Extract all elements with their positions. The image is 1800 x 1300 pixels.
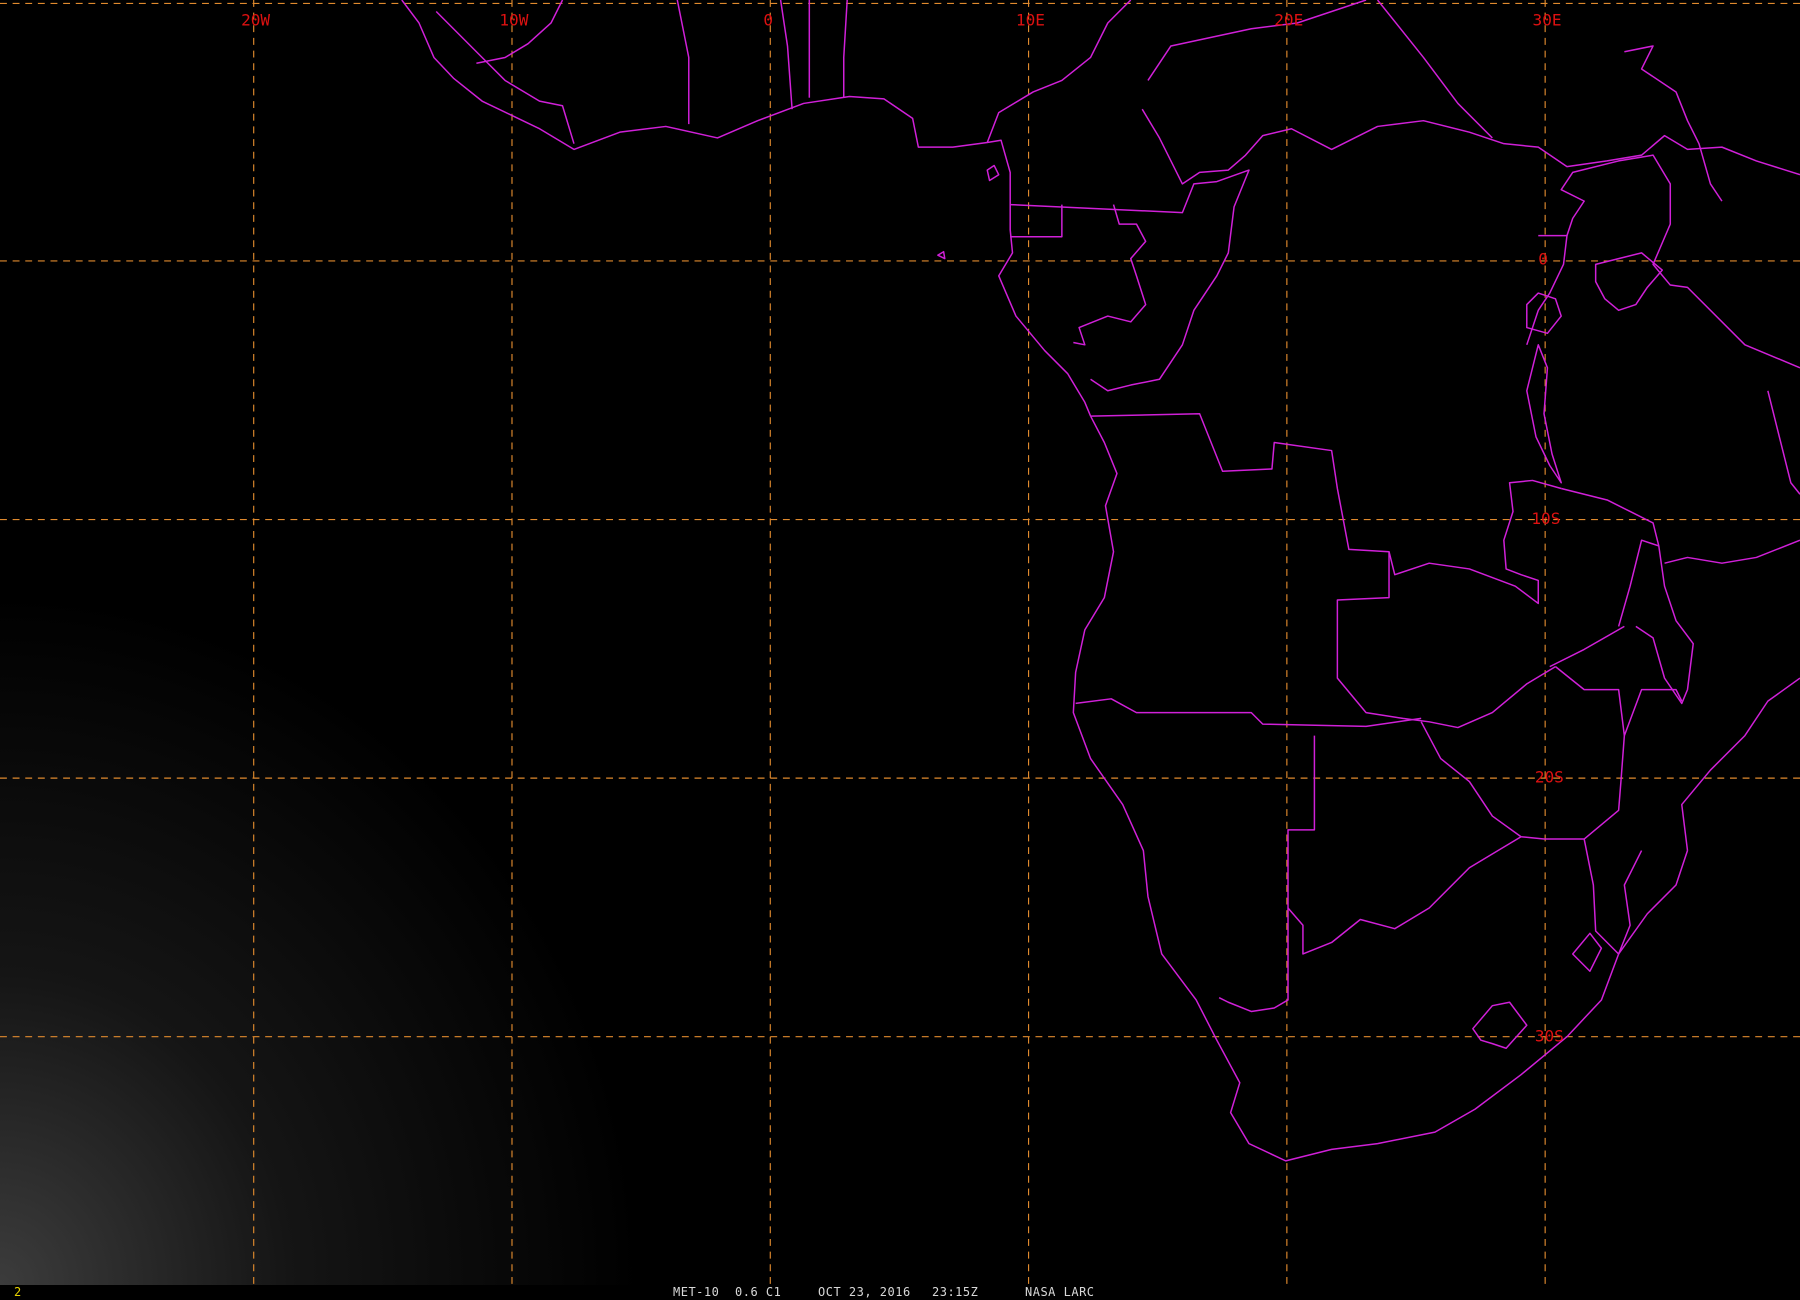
lat-label-10s: 10S [1531,509,1560,528]
satellite-image-viewer[interactable]: 20W 10W 0 10E 20E 30E 0 10S 20S 30S 2 ME… [0,0,1800,1300]
lon-label-10w: 10W [499,10,528,29]
data-source: NASA LARC [1025,1285,1095,1299]
satellite-name: MET-10 [673,1285,720,1299]
image-date: OCT 23, 2016 [818,1285,911,1299]
lat-label-30s: 30S [1535,1026,1564,1045]
lon-label-20w: 20W [241,10,270,29]
frame-number: 2 [14,1285,22,1299]
lon-label-10e: 10E [1016,10,1045,29]
lon-label-0: 0 [763,10,773,29]
lat-label-0: 0 [1538,249,1548,268]
lat-label-20s: 20S [1535,768,1564,787]
image-status-bar: 2 MET-10 0.6 C1 OCT 23, 2016 23:15Z NASA… [0,1285,1800,1300]
image-time: 23:15Z [932,1285,979,1299]
channel-label: 0.6 C1 [735,1285,782,1299]
map-canvas[interactable]: 20W 10W 0 10E 20E 30E 0 10S 20S 30S [0,0,1800,1285]
sunlit-haze [0,517,712,1285]
lon-label-20e: 20E [1274,10,1303,29]
lon-label-30e: 30E [1533,10,1562,29]
